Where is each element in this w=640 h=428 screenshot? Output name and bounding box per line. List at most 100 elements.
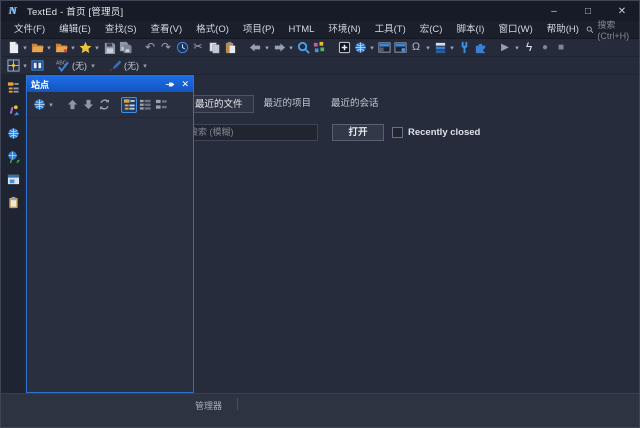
chevron-down-icon[interactable]: ▾	[424, 44, 432, 52]
search-icon	[586, 24, 593, 35]
color-blocks-icon[interactable]	[311, 40, 327, 56]
browser-preview-icon[interactable]	[5, 171, 21, 187]
menu-item[interactable]: 环境(N)	[321, 21, 367, 39]
wrench-icon[interactable]	[456, 40, 472, 56]
menu-item[interactable]: HTML	[282, 21, 322, 39]
chevron-down-icon[interactable]: ▾	[21, 62, 29, 70]
preview-window-icon[interactable]	[376, 40, 392, 56]
menu-item[interactable]: 查看(V)	[143, 21, 189, 39]
arrow-down-icon[interactable]	[80, 97, 96, 113]
grid-view-icon[interactable]	[5, 58, 21, 74]
menu-item[interactable]: 项目(P)	[236, 21, 282, 39]
menu-bar: 文件(F)编辑(E)查找(S)查看(V)格式(O)项目(P)HTML环境(N)工…	[1, 21, 639, 39]
preview-window-alt-icon[interactable]	[392, 40, 408, 56]
chevron-down-icon[interactable]: ▾	[287, 44, 295, 52]
secondary-toolbar: ▾ABC(无)▾(无)▾	[1, 57, 639, 75]
recently-closed-label: Recently closed	[408, 127, 480, 138]
menu-item[interactable]: 格式(O)	[189, 21, 236, 39]
window-title: TextEd - 首页 [管理员]	[27, 4, 123, 18]
globe-icon[interactable]	[352, 40, 368, 56]
manager-dock-tab[interactable]: 管理器	[195, 399, 222, 412]
chevron-down-icon[interactable]: ▾	[263, 44, 271, 52]
minimize-button[interactable]: –	[537, 1, 571, 21]
site-panel-title: 站点	[31, 78, 49, 91]
start-page-tab[interactable]: 最近的会话	[321, 95, 389, 113]
omega-icon[interactable]: Ω	[408, 40, 424, 56]
puzzle-icon[interactable]	[472, 40, 488, 56]
globe-icon[interactable]	[5, 125, 21, 141]
app-logo-icon: N	[8, 5, 22, 18]
open-button[interactable]: 打开	[332, 124, 384, 141]
view-tree-icon[interactable]	[121, 97, 137, 113]
favorites-star-icon[interactable]	[77, 40, 93, 56]
save-icon[interactable]	[101, 40, 117, 56]
chevron-down-icon[interactable]: ▾	[513, 44, 521, 52]
record-icon[interactable]: ●	[537, 40, 553, 56]
open-folder-icon[interactable]	[29, 40, 45, 56]
menu-item[interactable]: 窗口(W)	[491, 21, 539, 39]
site-panel-titlebar[interactable]: 站点 ✕	[27, 76, 193, 92]
snippets-icon[interactable]	[5, 102, 21, 118]
play-icon[interactable]: ▶	[497, 40, 513, 56]
title-bar: N TextEd - 首页 [管理员] – □ ✕	[1, 1, 639, 21]
workspace: 最近的文件最近的项目最近的会话 打开 Recently closed 站点 ✕ …	[1, 75, 639, 393]
site-tree-icon[interactable]	[5, 79, 21, 95]
columns-view-icon[interactable]	[29, 58, 45, 74]
menu-item[interactable]: 工具(T)	[368, 21, 413, 39]
history-clock-icon[interactable]	[174, 40, 190, 56]
menu-item[interactable]: 宏(C)	[413, 21, 450, 39]
chevron-down-icon[interactable]: ▾	[69, 44, 77, 52]
chevron-down-icon[interactable]: ▾	[45, 44, 53, 52]
brush-icon[interactable]	[106, 58, 122, 74]
box-plus-icon[interactable]	[336, 40, 352, 56]
start-page-tab[interactable]: 最近的项目	[254, 95, 322, 113]
chevron-down-icon[interactable]: ▾	[47, 101, 55, 109]
chevron-down-icon[interactable]: ▾	[368, 44, 376, 52]
toolbar-value-label: (无)	[122, 59, 141, 72]
new-file-icon[interactable]	[5, 40, 21, 56]
panel-close-icon[interactable]: ✕	[181, 79, 189, 90]
site-panel-toolbar: ▾	[27, 92, 193, 118]
chevron-down-icon[interactable]: ▾	[21, 44, 29, 52]
view-list-3-icon[interactable]	[153, 97, 169, 113]
start-page-tab[interactable]: 最近的文件	[184, 95, 254, 113]
global-search[interactable]: 搜索 (Ctrl+H)	[586, 18, 633, 41]
spellcheck-icon[interactable]: ABC	[54, 58, 70, 74]
copy-icon[interactable]	[206, 40, 222, 56]
search-icon[interactable]	[295, 40, 311, 56]
fuzzy-search-input[interactable]	[184, 124, 318, 141]
globe-icon[interactable]	[31, 97, 47, 113]
bottom-dock-bar: 管理器	[1, 393, 639, 428]
back-arrow-icon[interactable]	[247, 40, 263, 56]
dock-tab-separator	[237, 398, 238, 410]
chevron-down-icon[interactable]: ▾	[141, 62, 149, 70]
view-list-2-icon[interactable]	[137, 97, 153, 113]
menu-item[interactable]: 编辑(E)	[52, 21, 98, 39]
undo-icon[interactable]: ↶	[142, 40, 158, 56]
recently-closed-checkbox[interactable]	[392, 127, 403, 138]
stop-icon[interactable]: ■	[553, 40, 569, 56]
site-panel-body	[27, 118, 193, 392]
refresh-icon[interactable]	[96, 97, 112, 113]
arrow-up-icon[interactable]	[64, 97, 80, 113]
global-search-placeholder: 搜索 (Ctrl+H)	[597, 18, 632, 41]
flash-icon[interactable]: ϟ	[521, 40, 537, 56]
publish-stack-icon[interactable]	[432, 40, 448, 56]
menu-item[interactable]: 查找(S)	[98, 21, 144, 39]
redo-icon[interactable]: ↷	[158, 40, 174, 56]
chevron-down-icon[interactable]: ▾	[89, 62, 97, 70]
save-all-icon[interactable]	[117, 40, 133, 56]
menu-item[interactable]: 帮助(H)	[540, 21, 586, 39]
chevron-down-icon[interactable]: ▾	[448, 44, 456, 52]
app-window: N TextEd - 首页 [管理员] – □ ✕ 文件(F)编辑(E)查找(S…	[0, 0, 640, 428]
paste-icon[interactable]	[222, 40, 238, 56]
forward-arrow-icon[interactable]	[271, 40, 287, 56]
menu-item[interactable]: 文件(F)	[7, 21, 52, 39]
menu-item[interactable]: 脚本(I)	[449, 21, 491, 39]
globe-sync-icon[interactable]	[5, 148, 21, 164]
pin-icon[interactable]	[165, 79, 176, 90]
clipboard-icon[interactable]	[5, 194, 21, 210]
chevron-down-icon[interactable]: ▾	[93, 44, 101, 52]
open-folder-favorite-icon[interactable]	[53, 40, 69, 56]
cut-icon[interactable]: ✂	[190, 40, 206, 56]
